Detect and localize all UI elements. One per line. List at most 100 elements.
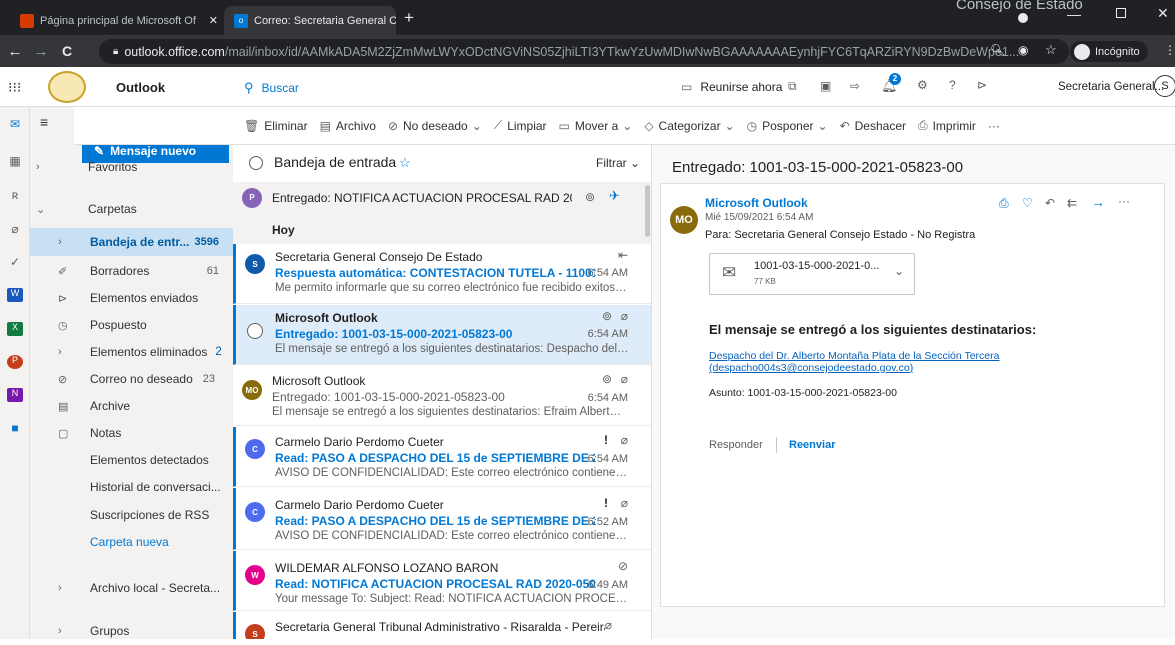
powerpoint-app-icon[interactable]: P (7, 355, 23, 369)
excel-app-icon[interactable]: X (7, 322, 23, 336)
list-item[interactable]: C Carmelo Dario Perdomo Cueter ! ⌀ Read:… (233, 427, 651, 487)
address-bar[interactable]: 🔒︎ outlook.office.com/mail/inbox/id/AAMk… (99, 39, 1069, 64)
new-folder-link[interactable]: Carpeta nueva (30, 528, 233, 556)
list-item[interactable]: MO Microsoft Outlook ⊚ ⌀ Entregado: 1001… (233, 366, 651, 426)
list-item[interactable]: C Carmelo Dario Perdomo Cueter ! ⌀ Read:… (233, 488, 651, 550)
incognito-icon (1074, 43, 1090, 60)
zoom-search-icon[interactable]: 🔍︎ (990, 43, 1005, 57)
people-icon[interactable]: ʀ (7, 188, 23, 202)
folder-rss[interactable]: Suscripciones de RSS (30, 501, 233, 529)
app-launcher-icon[interactable]: ⁝⁝⁝ (8, 79, 21, 96)
recipient-link[interactable]: Despacho del Dr. Alberto Montaña Plata d… (709, 350, 999, 374)
junk-button[interactable]: ⊘ No deseado ⌄ (388, 119, 482, 133)
hamburger-menu-icon[interactable]: ≡ (40, 114, 48, 130)
search-input[interactable]: Buscar (262, 81, 299, 95)
select-checkbox[interactable] (247, 323, 263, 339)
paperclip-icon[interactable]: ⌀ (7, 222, 23, 236)
tab-outlook-mail[interactable]: o Correo: Secretaria General Conse ✕ (224, 6, 396, 35)
categorize-button[interactable]: ◇ Categorizar ⌄ (644, 119, 734, 133)
snooze-button[interactable]: ◷ Posponer ⌄ (747, 119, 828, 133)
folder-conversation-history[interactable]: Historial de conversaci... (30, 473, 233, 501)
close-window-icon[interactable]: ✕ (1157, 5, 1169, 22)
help-icon[interactable]: ? (949, 78, 956, 92)
pinned-message[interactable]: P Entregado: NOTIFICA ACTUACION PROCESAL… (233, 182, 651, 214)
reply-button[interactable]: Responder (709, 439, 763, 451)
account-name[interactable]: Secretaria General... (1058, 81, 1164, 93)
print-button[interactable]: ⎙ Imprimir (918, 118, 976, 133)
like-icon[interactable]: ♡ (1022, 196, 1033, 210)
groups-header[interactable]: › Grupos (30, 617, 233, 645)
forward-icon[interactable]: → (1091, 194, 1105, 210)
folder-snoozed[interactable]: ◷ Pospuesto (30, 311, 233, 339)
sweep-button[interactable]: ⟋ Limpiar (494, 118, 547, 133)
folder-archive[interactable]: ▤ Archive (30, 392, 233, 420)
reply-all-icon[interactable]: ⇇ (1067, 196, 1077, 210)
sender: WILDEMAR ALFONSO LOZANO BARON (275, 561, 499, 575)
list-item[interactable]: S Secretaria General Tribunal Administra… (233, 612, 651, 639)
folder-junk[interactable]: ⊘ Correo no deseado 23 (30, 365, 233, 393)
local-archive-folder[interactable]: › Archivo local - Secreta... (30, 574, 233, 602)
folder-inbox[interactable]: › Bandeja de entr... 3596 (30, 228, 233, 256)
browser-menu-icon[interactable]: ⋮ (1164, 43, 1175, 57)
profile-dot-icon[interactable] (1018, 13, 1028, 23)
subject: Entregado: 1001-03-15-000-2021-05823-00 (272, 390, 505, 404)
pin-icon[interactable]: ✈ (609, 188, 620, 204)
filter-button[interactable]: Filtrar ⌄ (596, 156, 640, 170)
more-actions-button[interactable]: ··· (988, 119, 1000, 133)
word-icon[interactable]: ▣ (820, 79, 831, 93)
archive-button[interactable]: ▤ Archivo (320, 119, 376, 133)
feedback-icon[interactable]: ⊳ (977, 78, 987, 92)
account-avatar[interactable]: S (1154, 75, 1175, 97)
reload-icon[interactable]: C (56, 43, 78, 59)
favorite-star-icon[interactable]: ☆ (399, 155, 411, 171)
back-icon[interactable]: ← (4, 43, 26, 60)
close-tab-icon[interactable]: ✕ (201, 14, 218, 27)
folder-notes[interactable]: ▢ Notas (30, 419, 233, 447)
teams-chat-icon[interactable]: ⧉ (788, 79, 797, 94)
mail-icon[interactable]: ✉ (7, 117, 23, 131)
meet-now-button[interactable]: ▭ Reunirse ahora (681, 80, 782, 94)
folder-count: 3596 (194, 236, 219, 248)
new-tab-icon[interactable]: + (404, 8, 414, 28)
scrollbar-thumb[interactable] (645, 185, 650, 237)
restore-icon[interactable] (1116, 8, 1126, 18)
move-to-button[interactable]: ▭ Mover a ⌄ (559, 119, 633, 133)
tracking-eye-icon[interactable]: ◉ (1018, 43, 1028, 57)
word-app-icon[interactable]: W (7, 288, 23, 302)
todo-check-icon[interactable]: ✓ (7, 255, 23, 269)
reply-icon[interactable]: ↶ (1045, 196, 1055, 210)
select-all-checkbox[interactable] (249, 156, 263, 170)
print-label: Imprimir (932, 118, 976, 133)
delete-button[interactable]: 🗑︎ Eliminar (244, 119, 308, 133)
folder-drafts[interactable]: ✐ Borradores 61 (30, 257, 233, 285)
folder-deleted[interactable]: › Elementos eliminados 2 (30, 338, 233, 366)
folders-header[interactable]: ⌄ Carpetas (30, 195, 233, 223)
preview: El mensaje se entregó a los siguientes d… (275, 343, 630, 355)
incognito-badge[interactable]: Incógnito (1070, 41, 1148, 62)
calendar-icon[interactable]: ▦ (7, 154, 23, 168)
forward-icon[interactable]: → (30, 43, 52, 60)
forward-app-icon[interactable]: ⇨ (850, 79, 860, 93)
minimize-icon[interactable]: — (1067, 6, 1081, 22)
print-icon[interactable]: ⎙ (999, 196, 1009, 211)
list-item[interactable]: S Secretaria General Consejo De Estado ⇤… (233, 244, 651, 304)
forward-button[interactable]: Reenviar (789, 439, 835, 451)
settings-gear-icon[interactable]: ⚙ (917, 78, 928, 92)
onenote-app-icon[interactable]: N (7, 388, 23, 402)
sender-name[interactable]: Microsoft Outlook (705, 196, 808, 210)
folder-detected[interactable]: Elementos detectados (30, 446, 233, 474)
tab-microsoft-home[interactable]: Página principal de Microsoft Of ✕ (10, 6, 228, 35)
undo-button[interactable]: ↶ Deshacer (840, 119, 906, 133)
chevron-down-icon[interactable]: ⌄ (894, 264, 904, 278)
bookmark-star-icon[interactable]: ☆ (1045, 42, 1057, 58)
group-header-label: Hoy (272, 223, 295, 237)
favorites-header[interactable]: › Favoritos (30, 153, 233, 181)
time: 6:54 AM (587, 267, 628, 279)
teams-app-icon[interactable]: ■ (7, 421, 23, 435)
more-icon[interactable]: ··· (1118, 194, 1130, 208)
list-item-selected[interactable]: Microsoft Outlook ⊚ ⌀ Entregado: 1001-03… (233, 305, 651, 365)
folder-sent[interactable]: ⊳ Elementos enviados (30, 284, 233, 312)
search-box[interactable]: ⚲ Buscar (244, 77, 654, 99)
list-item[interactable]: W WILDEMAR ALFONSO LOZANO BARON ⊘ Read: … (233, 551, 651, 611)
attachment-card[interactable]: ✉ 1001-03-15-000-2021-0... 77 KB ⌄ (709, 253, 915, 295)
